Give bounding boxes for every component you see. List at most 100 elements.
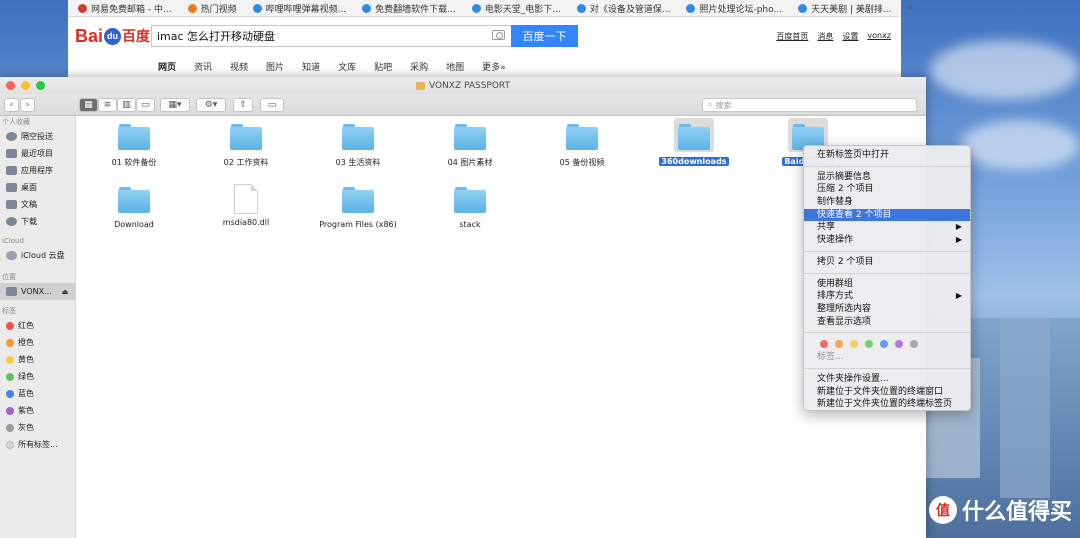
- camera-icon[interactable]: [492, 30, 505, 40]
- menu-quick-look[interactable]: 快速查看 2 个项目: [804, 208, 970, 222]
- group-button[interactable]: ▦▾: [160, 97, 190, 112]
- nav-map[interactable]: 地图: [446, 60, 464, 73]
- nav-more[interactable]: 更多»: [482, 60, 506, 73]
- tabs-overflow-button[interactable]: »: [907, 3, 913, 13]
- sidebar-tag-item[interactable]: 黄色: [0, 351, 75, 368]
- tag-icon[interactable]: ▭: [260, 97, 284, 112]
- nav-images[interactable]: 图片: [266, 60, 284, 73]
- sidebar-item-recents[interactable]: 最近项目: [0, 145, 75, 162]
- folder-item[interactable]: stack: [420, 187, 520, 229]
- tag-color-dot-icon[interactable]: [880, 340, 888, 349]
- menu-use-groups[interactable]: 使用群组: [804, 278, 970, 291]
- tag-color-dot-icon[interactable]: [865, 340, 873, 349]
- menu-show-view-options[interactable]: 查看显示选项: [804, 316, 970, 329]
- browser-tab[interactable]: 热门视频: [187, 2, 237, 15]
- browser-tab[interactable]: 照片处理论坛-pho...: [686, 2, 782, 15]
- airdrop-icon: [6, 132, 17, 141]
- nav-wenku[interactable]: 文库: [338, 60, 356, 73]
- settings-link[interactable]: 设置: [842, 31, 858, 42]
- tag-color-dot-icon[interactable]: [895, 340, 903, 349]
- folder-item[interactable]: 05 备份视频: [532, 124, 632, 168]
- icon-view-button[interactable]: ▦: [79, 97, 98, 112]
- sidebar-tag-item[interactable]: 红色: [0, 317, 75, 334]
- folder-item[interactable]: Download: [84, 187, 184, 229]
- nav-zhidao[interactable]: 知道: [302, 60, 320, 73]
- browser-tab[interactable]: 电影天堂_电影下...: [471, 2, 561, 15]
- menu-clean-up-selection[interactable]: 整理所选内容: [804, 303, 970, 316]
- gallery-view-button[interactable]: ▭: [136, 97, 155, 112]
- ie-icon: [252, 3, 262, 13]
- folder-item[interactable]: 02 工作资料: [196, 124, 296, 168]
- tag-color-dot-icon[interactable]: [850, 340, 858, 349]
- folder-icon: [342, 187, 374, 213]
- sidebar-item-downloads[interactable]: 下载: [0, 213, 75, 230]
- menu-separator: [804, 332, 970, 334]
- folder-item[interactable]: Program Files (x86): [308, 187, 408, 229]
- search-button[interactable]: 百度一下: [511, 25, 578, 47]
- column-view-button[interactable]: ▥: [117, 97, 136, 112]
- menu-get-info[interactable]: 显示摘要信息: [804, 171, 970, 184]
- sidebar-item-documents[interactable]: 文稿: [0, 196, 75, 213]
- file-item[interactable]: msdia80.dll: [196, 184, 296, 227]
- nav-video[interactable]: 视频: [230, 60, 248, 73]
- sidebar-tag-item[interactable]: 橙色: [0, 334, 75, 351]
- minimize-button[interactable]: [21, 81, 30, 90]
- list-view-button[interactable]: ≡: [98, 97, 117, 112]
- menu-make-alias[interactable]: 制作替身: [804, 196, 970, 209]
- sidebar-item-desktop[interactable]: 桌面: [0, 179, 75, 196]
- browser-tab[interactable]: 网易免费邮箱 - 中...: [78, 2, 172, 15]
- baidu-home-link[interactable]: 百度首页: [776, 31, 808, 42]
- tag-color-dot-icon[interactable]: [835, 340, 843, 349]
- sidebar-item-airdrop[interactable]: 隔空投送: [0, 128, 75, 145]
- menu-quick-actions[interactable]: 快速操作 ▶: [804, 234, 970, 247]
- menu-folder-actions-setup[interactable]: 文件夹操作设置...: [804, 373, 970, 386]
- folder-item-selected[interactable]: 360downloads: [644, 124, 744, 166]
- menu-sort-by[interactable]: 排序方式 ▶: [804, 290, 970, 303]
- finder-search-field[interactable]: ⌕ 搜索: [702, 98, 917, 112]
- user-link[interactable]: vonxz: [867, 31, 891, 42]
- sidebar-item-drive[interactable]: VONX... ⏏: [0, 283, 75, 300]
- menu-compress[interactable]: 压缩 2 个项目: [804, 183, 970, 196]
- sidebar-section-icloud: iCloud: [2, 237, 24, 245]
- menu-new-terminal-tab[interactable]: 新建位于文件夹位置的终端标签页: [804, 398, 970, 411]
- nav-caigou[interactable]: 采购: [410, 60, 428, 73]
- forward-button[interactable]: ›: [20, 97, 35, 112]
- sidebar-item-icloud-drive[interactable]: iCloud 云盘: [0, 247, 75, 264]
- sidebar-item-applications[interactable]: 应用程序: [0, 162, 75, 179]
- tag-color-dot-icon[interactable]: [820, 340, 828, 349]
- menu-share[interactable]: 共享 ▶: [804, 221, 970, 234]
- folder-icon: [566, 124, 598, 150]
- zoom-button[interactable]: [36, 81, 45, 90]
- nav-tieba[interactable]: 贴吧: [374, 60, 392, 73]
- sidebar-tag-item[interactable]: 灰色: [0, 419, 75, 436]
- folder-item[interactable]: 03 生活资料: [308, 124, 408, 168]
- baidu-logo[interactable]: Bai du 百度: [75, 26, 151, 47]
- sidebar-tag-item[interactable]: 绿色: [0, 368, 75, 385]
- sidebar-tag-item[interactable]: 蓝色: [0, 385, 75, 402]
- sidebar-tag-item[interactable]: 紫色: [0, 402, 75, 419]
- nav-web[interactable]: 网页: [158, 60, 176, 73]
- nav-news[interactable]: 资讯: [194, 60, 212, 73]
- downloads-icon: [6, 217, 17, 226]
- browser-tab[interactable]: 天天美剧 | 美剧排...: [798, 2, 891, 15]
- back-button[interactable]: ‹: [4, 97, 19, 112]
- gear-icon[interactable]: ⚙▾: [196, 97, 226, 112]
- eject-icon[interactable]: ⏏: [62, 288, 69, 296]
- share-icon[interactable]: ⇧: [233, 97, 253, 112]
- menu-new-terminal-window[interactable]: 新建位于文件夹位置的终端窗口: [804, 386, 970, 399]
- folder-item[interactable]: 01 软件备份: [84, 124, 184, 168]
- folder-item[interactable]: 04 图片素材: [420, 124, 520, 168]
- browser-tab[interactable]: 免费翻墙软件下载...: [362, 2, 456, 15]
- menu-open-in-new-tab[interactable]: 在新标签页中打开: [804, 149, 970, 162]
- sidebar-tag-label: 绿色: [18, 372, 34, 381]
- sidebar-tag-label: 紫色: [18, 406, 34, 415]
- close-button[interactable]: [6, 81, 15, 90]
- menu-copy[interactable]: 拷贝 2 个项目: [804, 256, 970, 269]
- messages-link[interactable]: 消息: [817, 31, 833, 42]
- browser-tab[interactable]: 对《设备及管道保...: [576, 2, 670, 15]
- sidebar-tag-item[interactable]: 所有标签...: [0, 436, 75, 453]
- menu-tags[interactable]: 标签...: [804, 351, 970, 364]
- browser-tab[interactable]: 哔哩哔哩弹幕视频...: [252, 2, 346, 15]
- search-input[interactable]: imac 怎么打开移动硬盘: [151, 25, 511, 47]
- tag-color-dot-icon[interactable]: [910, 340, 918, 349]
